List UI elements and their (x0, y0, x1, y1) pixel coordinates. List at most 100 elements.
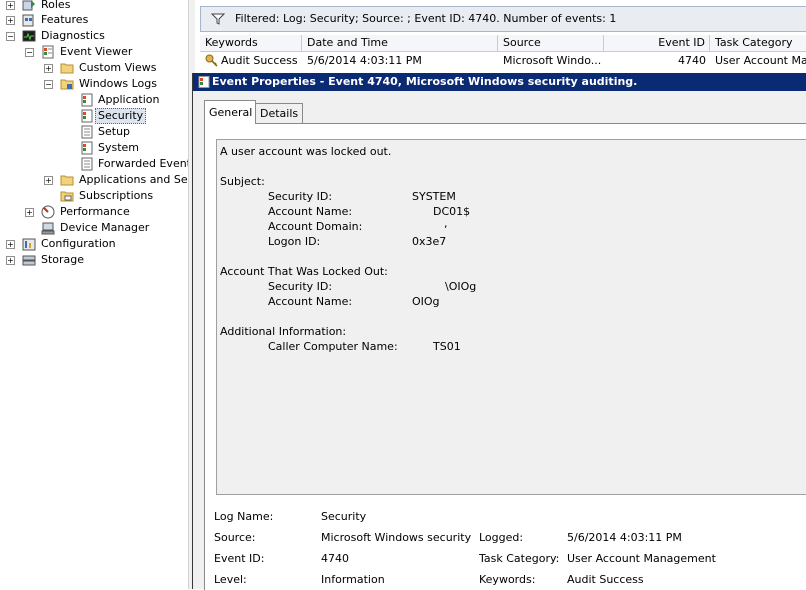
caller-computer-label: Caller Computer Name: (268, 340, 398, 353)
level-label: Level: (214, 573, 247, 586)
dialog-title: Event Properties - Event 4740, Microsoft… (212, 75, 638, 88)
expand-icon[interactable]: + (25, 208, 34, 217)
source-label: Source: (214, 531, 256, 544)
tree-label: System (98, 141, 140, 154)
event-list-pane: Filtered: Log: Security; Source: ; Event… (196, 0, 806, 72)
expand-icon[interactable]: + (6, 240, 15, 249)
log-icon (81, 109, 93, 123)
navigation-tree: + Roles + Features − Diagnostics − Event… (0, 0, 188, 589)
task-category-value[interactable]: User Account Management (567, 552, 716, 565)
log-icon (81, 93, 93, 107)
task-category-label: Task Category: (479, 552, 560, 565)
filter-summary: Filtered: Log: Security; Source: ; Event… (235, 12, 617, 25)
column-source[interactable]: Source (498, 35, 604, 51)
folder-icon (60, 175, 74, 186)
tree-label: Configuration (41, 237, 116, 250)
cell-keywords: Audit Success (221, 54, 298, 67)
keywords-label: Keywords: (479, 573, 536, 586)
column-keywords[interactable]: Keywords (200, 35, 302, 51)
expand-icon[interactable]: + (6, 1, 15, 10)
cell-event-id: 4740 (678, 54, 706, 67)
tree-label: Storage (41, 253, 85, 266)
logon-id-value: 0x3e7 (412, 235, 447, 248)
tree-label: Application (98, 93, 160, 106)
caller-computer-value: TS01 (433, 340, 461, 353)
tree-label: Security (95, 108, 147, 124)
column-date-time[interactable]: Date and Time (302, 35, 498, 51)
expand-icon[interactable]: + (44, 64, 53, 73)
locked-account-name-label: Account Name: (268, 295, 353, 308)
event-viewer-icon (198, 76, 210, 88)
log-icon (81, 125, 93, 139)
tree-label: Setup (98, 125, 131, 138)
column-task-category[interactable]: Task Category (710, 35, 806, 51)
locked-security-id-value: \OIOg (445, 280, 477, 293)
subject-header: Subject: (220, 175, 265, 188)
tab-general[interactable]: General (204, 100, 256, 124)
security-id-label: Security ID: (268, 190, 333, 203)
event-properties-dialog: Event Properties - Event 4740, Microsoft… (192, 73, 806, 590)
expand-icon[interactable]: + (6, 256, 15, 265)
account-name-label: Account Name: (268, 205, 353, 218)
description-intro: A user account was locked out. (220, 145, 392, 158)
log-icon (81, 157, 93, 171)
configuration-icon (22, 238, 36, 251)
account-domain-label: Account Domain: (268, 220, 363, 233)
event-viewer-icon (42, 45, 54, 59)
source-value[interactable]: Microsoft Windows security (321, 531, 471, 544)
key-icon (205, 54, 218, 67)
cell-source: Microsoft Windo... (503, 54, 602, 67)
locked-out-header: Account That Was Locked Out: (220, 265, 388, 278)
level-value[interactable]: Information (321, 573, 385, 586)
account-domain-value: , (444, 217, 448, 230)
tree-label: Device Manager (60, 221, 150, 234)
general-tab-panel: A user account was locked out. Subject: … (204, 123, 806, 590)
diagnostics-icon (22, 30, 36, 42)
log-name-value[interactable]: Security (321, 510, 366, 523)
column-header: Keywords Date and Time Source Event ID T… (200, 35, 806, 52)
features-icon (22, 14, 34, 27)
tree-label: Subscriptions (79, 189, 154, 202)
collapse-icon[interactable]: − (6, 32, 15, 41)
keywords-value[interactable]: Audit Success (567, 573, 644, 586)
filter-icon (211, 13, 225, 25)
subscriptions-icon (60, 191, 74, 202)
event-id-value[interactable]: 4740 (321, 552, 349, 565)
tab-details[interactable]: Details (255, 103, 303, 124)
device-manager-icon (41, 222, 55, 235)
collapse-icon[interactable]: − (25, 48, 34, 57)
tree-label: Diagnostics (41, 29, 105, 42)
logged-value[interactable]: 5/6/2014 4:03:11 PM (567, 531, 682, 544)
logon-id-label: Logon ID: (268, 235, 321, 248)
logged-label: Logged: (479, 531, 524, 544)
folder-icon (60, 63, 74, 74)
expand-icon[interactable]: + (6, 16, 15, 25)
account-name-value: DC01$ (433, 205, 471, 218)
filter-bar: Filtered: Log: Security; Source: ; Event… (200, 6, 806, 32)
cell-date-time: 5/6/2014 4:03:11 PM (307, 54, 422, 67)
tree-label: Event Viewer (60, 45, 133, 58)
tree-label: Features (41, 13, 89, 26)
cell-task-category: User Account Ma... (715, 54, 806, 67)
locked-security-id-label: Security ID: (268, 280, 333, 293)
tree-label: Performance (60, 205, 130, 218)
additional-info-header: Additional Information: (220, 325, 347, 338)
collapse-icon[interactable]: − (44, 80, 53, 89)
table-row[interactable]: Audit Success 5/6/2014 4:03:11 PM Micros… (200, 52, 806, 69)
log-name-label: Log Name: (214, 510, 274, 523)
performance-icon (41, 205, 55, 219)
event-id-label: Event ID: (214, 552, 265, 565)
dialog-titlebar[interactable]: Event Properties - Event 4740, Microsoft… (193, 73, 806, 91)
expand-icon[interactable]: + (44, 176, 53, 185)
tree-label: Applications and Servic (79, 173, 188, 186)
folder-icon (60, 79, 74, 90)
tree-label: Custom Views (79, 61, 157, 74)
storage-icon (22, 255, 36, 266)
column-event-id[interactable]: Event ID (604, 35, 710, 51)
security-id-value: SYSTEM (412, 190, 456, 203)
tree-label: Forwarded Events (98, 157, 188, 170)
tree-label: Windows Logs (79, 77, 157, 90)
roles-icon (22, 0, 35, 11)
event-description[interactable]: A user account was locked out. Subject: … (216, 139, 806, 495)
log-icon (81, 141, 93, 155)
